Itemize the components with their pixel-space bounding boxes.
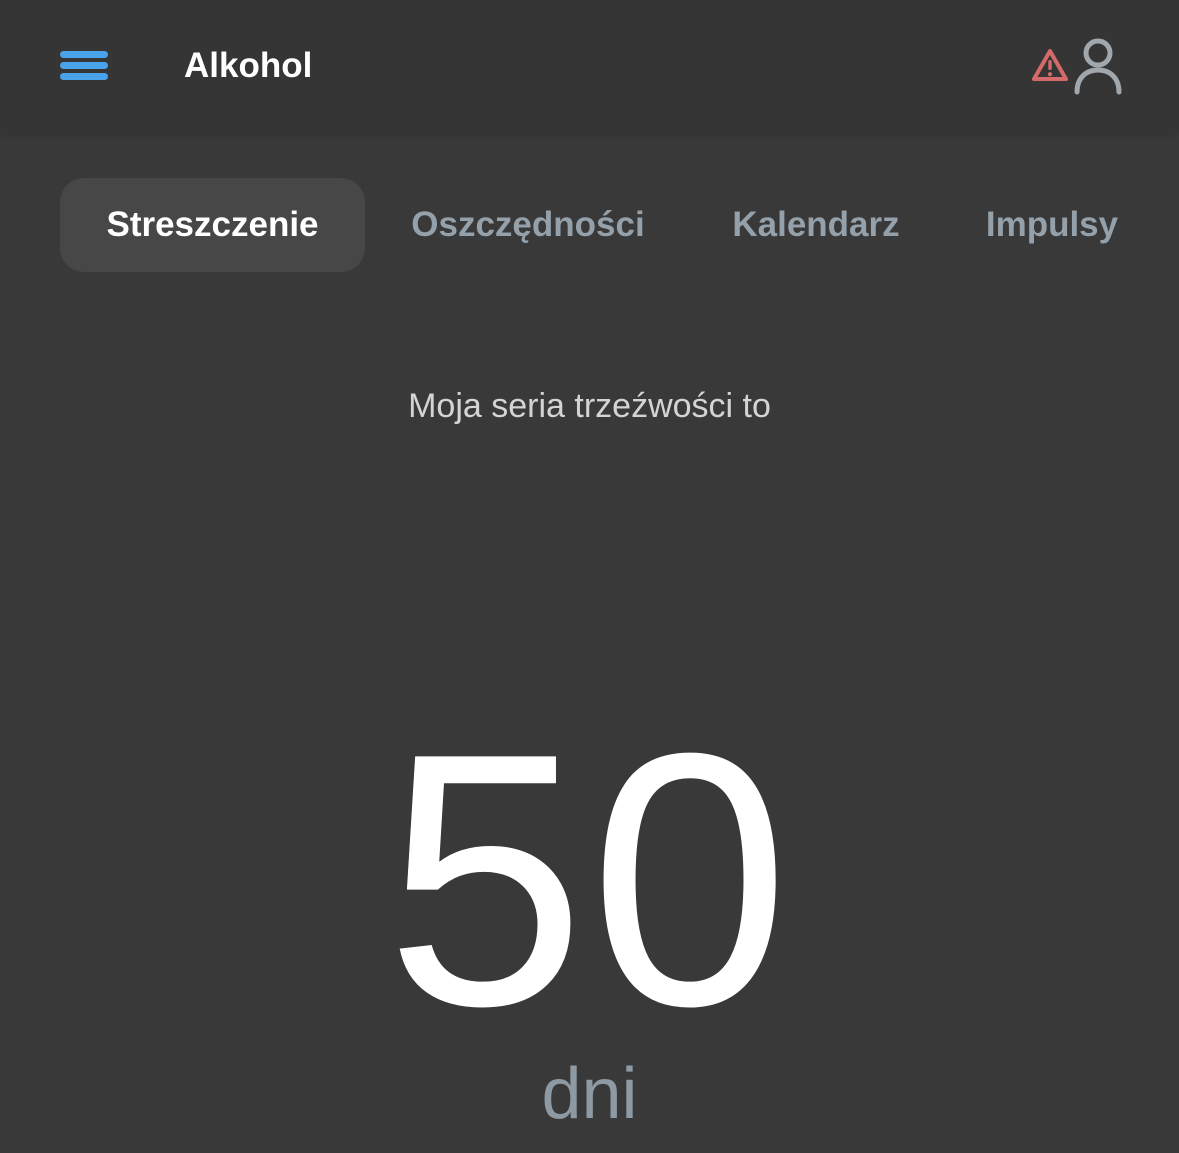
- warning-triangle-icon[interactable]: [1030, 46, 1070, 86]
- streak-subtitle: Moja seria trzeźwości to: [408, 387, 771, 425]
- streak-unit-label: dni: [541, 1054, 638, 1134]
- tab-impulsy[interactable]: Impulsy: [972, 178, 1132, 272]
- top-app-bar: Alkohol: [0, 0, 1179, 132]
- user-profile-icon[interactable]: [1070, 36, 1126, 98]
- page-title: Alkohol: [184, 46, 313, 85]
- tab-kalendarz[interactable]: Kalendarz: [718, 178, 914, 272]
- tab-streszczenie[interactable]: Streszczenie: [60, 178, 365, 272]
- menu-line: [60, 62, 108, 69]
- hamburger-menu-icon[interactable]: [52, 44, 116, 92]
- menu-line: [60, 51, 108, 58]
- tab-bar: Streszczenie Oszczędności Kalendarz Impu…: [0, 178, 1179, 272]
- tab-oszczednosci[interactable]: Oszczędności: [392, 178, 664, 272]
- menu-line: [60, 73, 108, 80]
- app-screen: Alkohol Streszczenie Oszczędności Kalend…: [0, 0, 1179, 1153]
- streak-days-count: 50: [385, 679, 794, 1081]
